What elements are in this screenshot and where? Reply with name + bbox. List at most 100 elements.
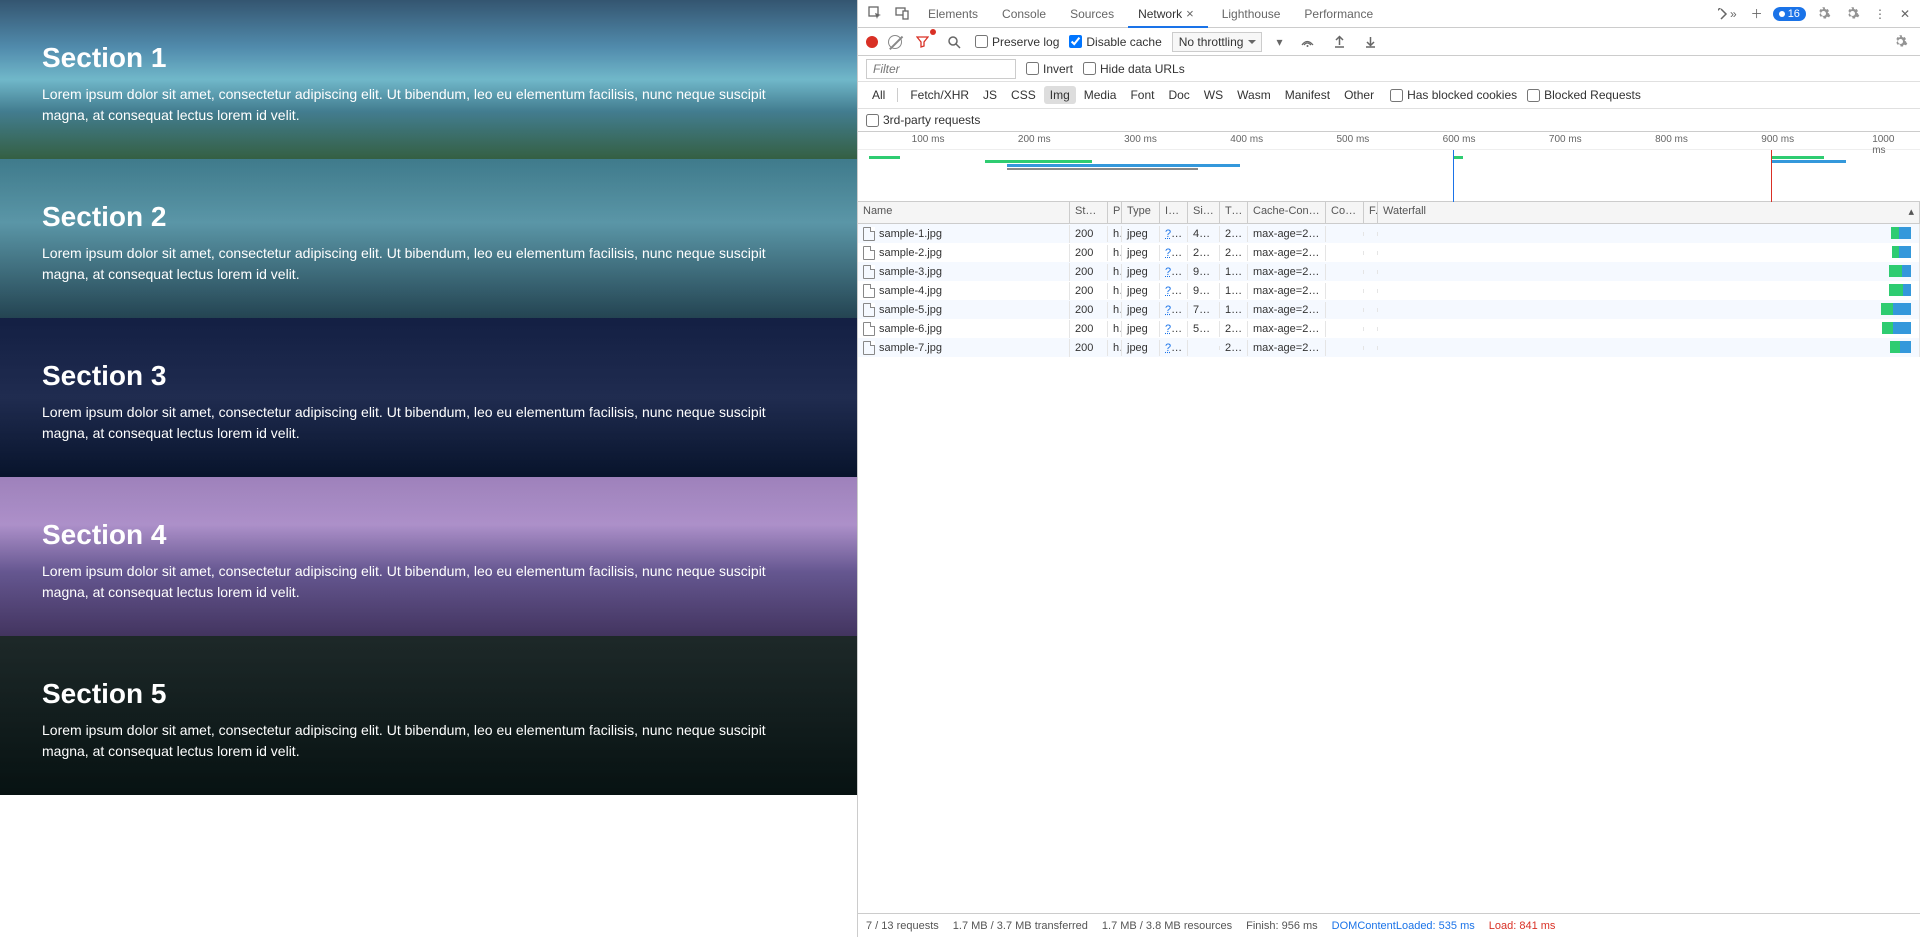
settings2-icon[interactable] [1841, 2, 1864, 25]
network-toolbar: Preserve log Disable cache No throttling… [858, 28, 1920, 56]
tab-elements[interactable]: Elements [918, 1, 988, 27]
section-2: Section 2 Lorem ipsum dolor sit amet, co… [0, 159, 857, 318]
cell-cache: max-age=25... [1248, 321, 1326, 337]
blocked-requests-checkbox[interactable]: Blocked Requests [1527, 88, 1641, 102]
file-icon [863, 303, 875, 317]
type-css[interactable]: CSS [1005, 86, 1042, 104]
section-body: Lorem ipsum dolor sit amet, consectetur … [42, 561, 802, 603]
tab-console[interactable]: Console [992, 1, 1056, 27]
cell-priority: h.. [1108, 264, 1122, 280]
third-party-checkbox[interactable]: 3rd-party requests [866, 113, 980, 127]
tab-sources[interactable]: Sources [1060, 1, 1124, 27]
file-icon [863, 322, 875, 336]
col-status[interactable]: Status [1070, 202, 1108, 223]
dcl-marker [1453, 150, 1454, 202]
inspect-icon[interactable] [864, 2, 887, 25]
type-other[interactable]: Other [1338, 86, 1380, 104]
cell-size: 59... [1188, 321, 1220, 337]
more-tabs-icon[interactable]: » [1714, 3, 1741, 25]
filter-toggle-icon[interactable] [912, 31, 933, 52]
type-font[interactable]: Font [1124, 86, 1160, 104]
page-content[interactable]: Section 1 Lorem ipsum dolor sit amet, co… [0, 0, 857, 937]
settings-icon[interactable] [1812, 2, 1835, 25]
blocked-cookies-checkbox[interactable]: Has blocked cookies [1390, 88, 1517, 102]
section-title: Section 1 [42, 42, 815, 74]
hide-data-urls-checkbox[interactable]: Hide data URLs [1083, 62, 1185, 76]
section-body: Lorem ipsum dolor sit amet, consectetur … [42, 243, 802, 285]
type-js[interactable]: JS [977, 86, 1003, 104]
file-icon [863, 246, 875, 260]
network-settings-icon[interactable] [1889, 30, 1912, 53]
import-har-icon[interactable] [1329, 31, 1350, 52]
disable-cache-checkbox[interactable]: Disable cache [1069, 35, 1161, 49]
table-row[interactable]: sample-2.jpg200h..jpeg?l...24...24...max… [858, 243, 1920, 262]
cell-f [1364, 327, 1378, 331]
type-fetch[interactable]: Fetch/XHR [904, 86, 975, 104]
cell-initiator: ?l... [1160, 302, 1188, 318]
col-waterfall[interactable]: Waterfall▴ [1378, 202, 1920, 223]
preserve-log-checkbox[interactable]: Preserve log [975, 35, 1059, 49]
col-name[interactable]: Name [858, 202, 1070, 223]
filter-input[interactable] [866, 59, 1016, 79]
type-ws[interactable]: WS [1198, 86, 1229, 104]
table-row[interactable]: sample-6.jpg200h..jpeg?l...59...28...max… [858, 319, 1920, 338]
cell-size: 40... [1188, 226, 1220, 242]
tab-performance[interactable]: Performance [1294, 1, 1383, 27]
cell-type: jpeg [1122, 340, 1160, 356]
type-filter-bar: All Fetch/XHR JS CSS Img Media Font Doc … [858, 82, 1920, 109]
cell-initiator: ?l... [1160, 283, 1188, 299]
filter-bar: Invert Hide data URLs [858, 56, 1920, 82]
search-icon[interactable] [943, 31, 965, 53]
throttling-select[interactable]: No throttling [1172, 32, 1263, 52]
export-har-icon[interactable] [1360, 31, 1381, 52]
table-row[interactable]: sample-7.jpg200h..jpeg?l...21...max-age=… [858, 338, 1920, 357]
network-conditions-icon[interactable] [1296, 30, 1319, 53]
close-devtools-icon[interactable]: ✕ [1896, 3, 1914, 25]
table-row[interactable]: sample-5.jpg200h..jpeg?l...76...19...max… [858, 300, 1920, 319]
section-title: Section 4 [42, 519, 815, 551]
table-row[interactable]: sample-4.jpg200h..jpeg?l...97...16...max… [858, 281, 1920, 300]
col-cache[interactable]: Cache-Control [1248, 202, 1326, 223]
tl-tick: 900 ms [1761, 134, 1794, 145]
type-manifest[interactable]: Manifest [1279, 86, 1336, 104]
cell-time: 24... [1220, 245, 1248, 261]
table-row[interactable]: sample-1.jpg200h..jpeg?l...40...24...max… [858, 224, 1920, 243]
cell-type: jpeg [1122, 226, 1160, 242]
close-icon[interactable]: × [1182, 4, 1198, 23]
col-initiator[interactable]: Ini... [1160, 202, 1188, 223]
cell-priority: h.. [1108, 321, 1122, 337]
cell-status: 200 [1070, 245, 1108, 261]
cell-f [1364, 308, 1378, 312]
type-wasm[interactable]: Wasm [1231, 86, 1277, 104]
device-toggle-icon[interactable] [891, 2, 914, 25]
cell-size [1188, 346, 1220, 350]
invert-checkbox[interactable]: Invert [1026, 62, 1073, 76]
col-priority[interactable]: P [1108, 202, 1122, 223]
type-doc[interactable]: Doc [1162, 86, 1195, 104]
col-f[interactable]: F. [1364, 202, 1378, 223]
tab-network[interactable]: Network× [1128, 0, 1208, 27]
tab-lighthouse[interactable]: Lighthouse [1212, 1, 1291, 27]
cell-status: 200 [1070, 264, 1108, 280]
more-network-icon[interactable]: ▾ [1272, 31, 1286, 53]
table-row[interactable]: sample-3.jpg200h..jpeg?l...90...16...max… [858, 262, 1920, 281]
cell-content [1326, 232, 1364, 236]
kebab-icon[interactable]: ⋮ [1870, 3, 1890, 25]
cell-priority: h.. [1108, 226, 1122, 242]
col-time[interactable]: Ti... [1220, 202, 1248, 223]
clear-button[interactable] [888, 35, 902, 49]
type-all[interactable]: All [866, 86, 891, 104]
col-size[interactable]: Size [1188, 202, 1220, 223]
cell-content [1326, 270, 1364, 274]
section-body: Lorem ipsum dolor sit amet, consectetur … [42, 84, 802, 126]
type-img[interactable]: Img [1044, 86, 1076, 104]
cell-name: sample-5.jpg [858, 301, 1070, 319]
add-tab-icon[interactable]: ＋ [1747, 1, 1767, 26]
type-media[interactable]: Media [1078, 86, 1123, 104]
timeline-overview[interactable]: 100 ms 200 ms 300 ms 400 ms 500 ms 600 m… [858, 132, 1920, 202]
issues-badge[interactable]: 16 [1773, 7, 1806, 21]
record-button[interactable] [866, 36, 878, 48]
col-content[interactable]: Cont... [1326, 202, 1364, 223]
cell-initiator: ?l... [1160, 245, 1188, 261]
col-type[interactable]: Type [1122, 202, 1160, 223]
